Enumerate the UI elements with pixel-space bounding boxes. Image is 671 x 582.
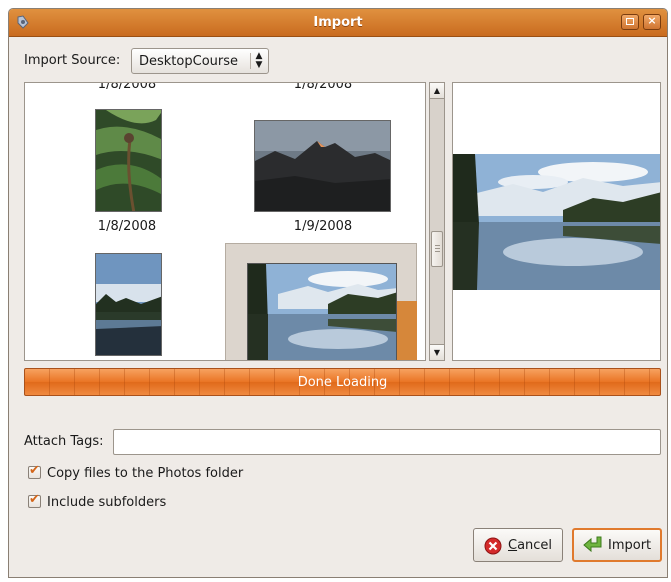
include-subfolders-option[interactable]: ✔ Include subfolders xyxy=(28,492,167,510)
copy-files-option[interactable]: ✔ Copy files to the Photos folder xyxy=(28,463,244,481)
thumbnail-lake-landscape-photo[interactable] xyxy=(247,263,397,360)
cancel-label: Cancel xyxy=(508,538,553,553)
thumb-date: 1/8/2008 xyxy=(97,219,157,234)
preview-lake-photo xyxy=(453,154,660,290)
thumbnail-scrollbar[interactable]: ▲ ▼ xyxy=(429,82,445,361)
cancel-icon xyxy=(484,537,502,555)
maximize-icon xyxy=(626,18,634,25)
copy-files-checkbox[interactable]: ✔ xyxy=(28,463,41,479)
progress-text: Done Loading xyxy=(297,375,388,390)
thumbnail-grid[interactable]: 1/8/2008 1/8/2008 1/8/2008 1/9/2008 xyxy=(24,82,426,361)
attach-tags-label: Attach Tags: xyxy=(24,434,104,449)
title-bar[interactable]: Import × xyxy=(9,9,667,37)
scroll-up-arrow-icon[interactable]: ▲ xyxy=(430,83,444,99)
thumbnail-orange-edge xyxy=(397,301,417,360)
window-title: Import xyxy=(313,15,363,30)
checkmark-icon: ✔ xyxy=(29,463,40,478)
checkmark-icon: ✔ xyxy=(29,492,40,507)
thumb-date: 1/8/2008 xyxy=(97,82,157,92)
preview-pane xyxy=(452,82,661,361)
thumbnail-lake-portrait-photo[interactable] xyxy=(95,253,162,356)
scroll-thumb[interactable] xyxy=(431,231,443,267)
thumbnail-fern-photo[interactable] xyxy=(95,109,162,212)
copy-files-label: Copy files to the Photos folder xyxy=(47,466,244,481)
import-source-value: DesktopCourse xyxy=(139,54,238,69)
attach-tags-input[interactable] xyxy=(113,429,661,455)
thumb-date: 1/8/2008 xyxy=(293,82,353,92)
import-label: Import xyxy=(608,538,652,553)
import-button[interactable]: Import xyxy=(572,528,662,562)
grip-line xyxy=(435,251,440,252)
select-separator xyxy=(250,53,251,69)
loading-progress-bar: Done Loading xyxy=(24,368,661,396)
grip-line xyxy=(435,248,440,249)
up-down-arrows-icon: ▲ ▼ xyxy=(255,51,263,70)
thumbnail-mountain-photo[interactable] xyxy=(254,120,391,212)
scroll-down-arrow-icon[interactable]: ▼ xyxy=(430,344,444,360)
thumb-date: 1/9/2008 xyxy=(293,219,353,234)
import-arrow-icon xyxy=(583,536,602,553)
close-button[interactable]: × xyxy=(643,14,661,30)
import-source-select[interactable]: DesktopCourse ▲ ▼ xyxy=(131,48,269,74)
include-subfolders-checkbox[interactable]: ✔ xyxy=(28,492,41,508)
include-subfolders-label: Include subfolders xyxy=(47,495,167,510)
import-dialog: Import × Import Source: DesktopCourse ▲ ▼… xyxy=(8,8,668,578)
import-source-label: Import Source: xyxy=(24,53,121,68)
grip-line xyxy=(435,245,440,246)
close-icon: × xyxy=(647,14,657,27)
maximize-button[interactable] xyxy=(621,14,639,30)
cancel-button[interactable]: Cancel xyxy=(473,528,563,562)
